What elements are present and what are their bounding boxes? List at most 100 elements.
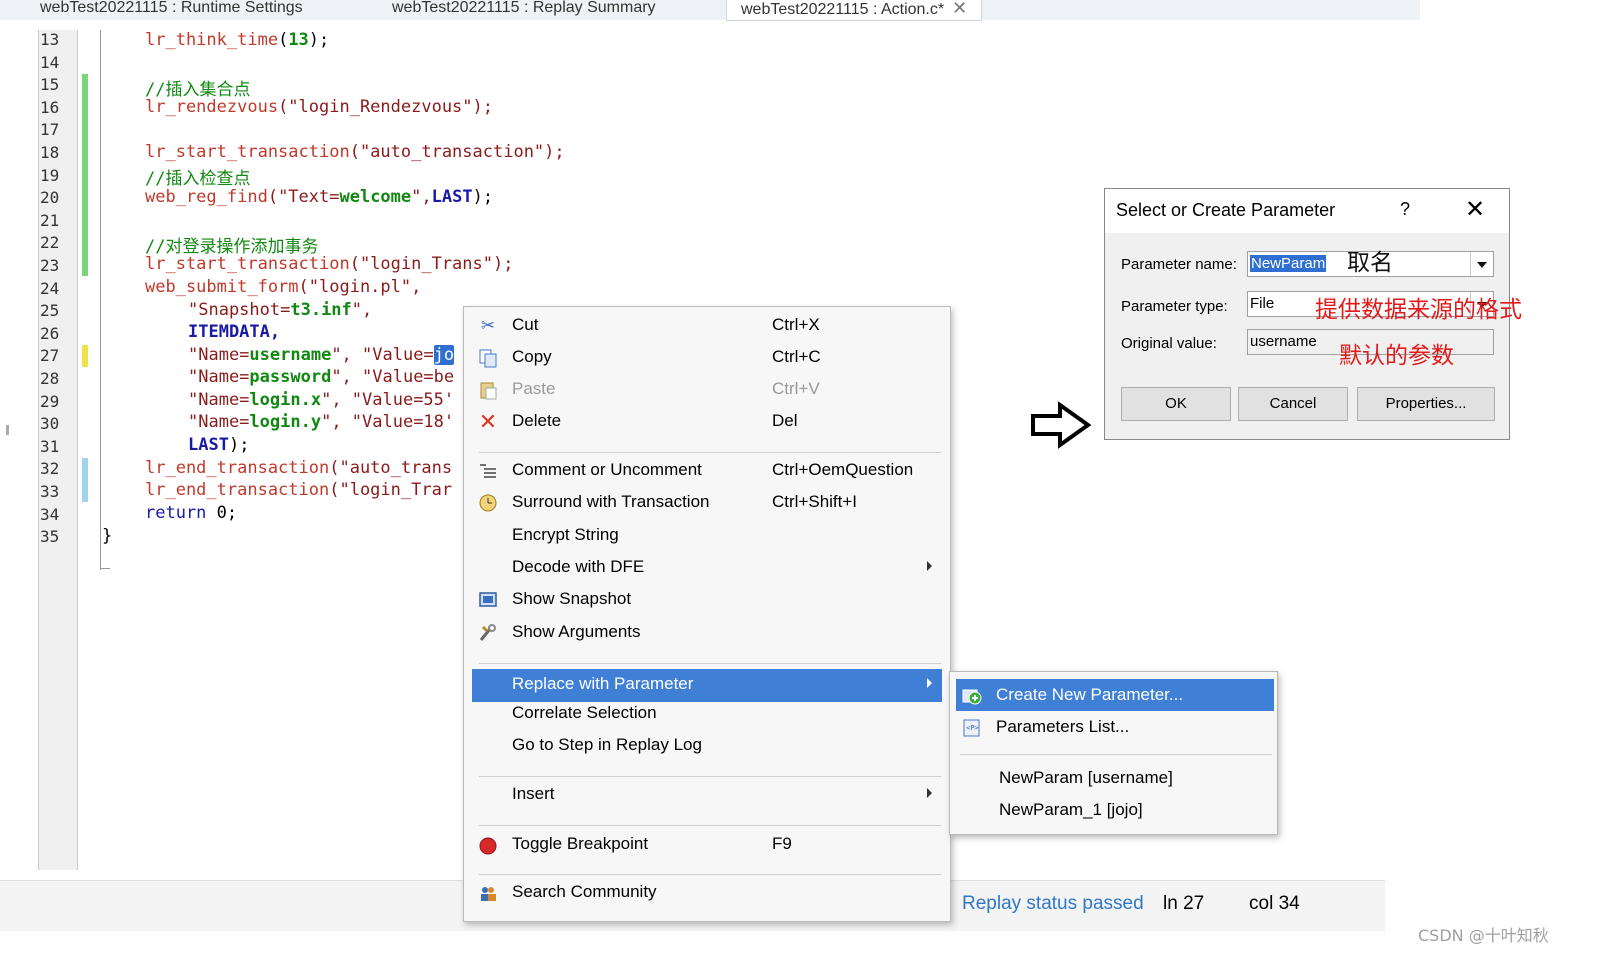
context-menu: ✂ Cut Ctrl+X Copy Ctrl+C Paste Ctrl+V ✕ …: [463, 306, 951, 922]
code-line-19: //插入检查点: [145, 169, 251, 189]
menu-item-correlate-selection[interactable]: Correlate Selection: [472, 698, 942, 728]
selected-text[interactable]: jo: [433, 345, 455, 365]
fold-line: [100, 30, 101, 570]
code-line-20: web_reg_find("Text=welcome",LAST);: [145, 187, 494, 207]
menu-item-show-snapshot[interactable]: Show Snapshot: [472, 584, 942, 614]
menu-item-go-to-step[interactable]: Go to Step in Replay Log: [472, 730, 942, 760]
line-number: 25: [40, 301, 60, 321]
document-tab-bar: webTest20221115 : Runtime Settings webTe…: [0, 0, 1420, 21]
code-line-27: "Name=username", "Value=jo: [188, 345, 455, 365]
line-number: 15: [40, 75, 60, 95]
code-line-26: ITEMDATA,: [188, 322, 281, 342]
line-number: 16: [40, 97, 60, 117]
scissors-icon: ✂: [480, 316, 496, 335]
line-number: 31: [40, 436, 60, 456]
menu-separator: [479, 874, 941, 875]
line-number: 23: [40, 256, 60, 275]
menu-item-search-community[interactable]: Search Community: [472, 877, 942, 907]
menu-item-copy[interactable]: Copy Ctrl+C: [472, 342, 942, 372]
tab-close-icon[interactable]: ✕: [952, 0, 967, 18]
change-marker: [82, 345, 88, 367]
line-number: 21: [40, 210, 60, 230]
chevron-down-icon[interactable]: [1470, 252, 1493, 276]
ok-button[interactable]: OK: [1121, 387, 1231, 421]
menu-item-decode-dfe[interactable]: Decode with DFE: [472, 552, 942, 582]
splitter-handle[interactable]: [6, 425, 9, 435]
arguments-tools-icon: [478, 623, 498, 643]
tab-runtime-settings[interactable]: webTest20221115 : Runtime Settings: [40, 0, 303, 20]
close-icon[interactable]: ✕: [1465, 195, 1485, 224]
code-line-13: lr_think_time(13);: [145, 30, 330, 50]
menu-item-toggle-breakpoint[interactable]: Toggle Breakpoint F9: [472, 829, 942, 859]
code-line-30: "Name=login.y", "Value=18': [188, 412, 455, 432]
submenu-item-newparam-username[interactable]: NewParam [username]: [956, 762, 1274, 794]
help-button[interactable]: ?: [1400, 199, 1410, 220]
submenu-item-newparam-jojo[interactable]: NewParam_1 [jojo]: [956, 794, 1274, 826]
change-marker: [82, 96, 88, 276]
line-number: 18: [40, 143, 60, 162]
menu-separator: [960, 754, 1272, 755]
dialog-title: Select or Create Parameter: [1116, 200, 1336, 220]
annotation-name: 取名: [1347, 250, 1393, 276]
create-parameter-icon: [962, 686, 982, 706]
line-number: 17: [40, 120, 60, 140]
line-number: 33: [40, 482, 60, 501]
submenu-arrow-icon: [927, 678, 932, 688]
change-marker: [82, 458, 88, 502]
code-line-29: "Name=login.x", "Value=55': [188, 390, 455, 410]
code-line-25: "Snapshot=t3.inf",: [188, 300, 373, 320]
copy-icon: [478, 348, 498, 368]
submenu-item-create-new-parameter[interactable]: Create New Parameter...: [956, 679, 1274, 711]
menu-item-surround-transaction[interactable]: Surround with Transaction Ctrl+Shift+I: [472, 487, 942, 517]
cancel-button[interactable]: Cancel: [1238, 387, 1348, 421]
line-indicator: ln 27: [1163, 893, 1205, 914]
line-number: 19: [40, 165, 60, 185]
fold-line-end: [100, 568, 110, 569]
line-number: 34: [40, 504, 60, 524]
code-line-23: lr_start_transaction("login_Trans");: [145, 254, 514, 274]
snapshot-monitor-icon: [478, 590, 498, 610]
menu-item-paste[interactable]: Paste Ctrl+V: [472, 374, 942, 404]
code-line-32: lr_end_transaction("auto_trans: [145, 458, 453, 478]
svg-text:<P>: <P>: [966, 724, 979, 732]
breakpoint-dot-icon: [478, 835, 498, 855]
menu-item-cut[interactable]: ✂ Cut Ctrl+X: [472, 310, 942, 340]
code-line-24: web_submit_form("login.pl",: [145, 277, 422, 297]
parameter-name-label: Parameter name:: [1121, 256, 1237, 273]
menu-item-encrypt-string[interactable]: Encrypt String: [472, 520, 942, 550]
tab-action-c[interactable]: webTest20221115 : Action.c* ✕: [726, 0, 983, 21]
line-number: 27: [40, 346, 60, 366]
submenu-item-parameters-list[interactable]: <P> Parameters List...: [956, 711, 1274, 743]
menu-item-comment[interactable]: Comment or Uncomment Ctrl+OemQuestion: [472, 455, 942, 485]
properties-button[interactable]: Properties...: [1357, 387, 1495, 421]
line-number: 26: [40, 323, 60, 343]
transaction-clock-icon: [478, 493, 498, 513]
code-line-34: return 0;: [145, 503, 238, 523]
menu-item-insert[interactable]: Insert: [472, 779, 942, 809]
code-line-33: lr_end_transaction("login_Trar: [145, 480, 453, 500]
watermark: CSDN @十叶知秋: [1418, 926, 1549, 945]
submenu-arrow-icon: [927, 561, 932, 571]
code-line-31: LAST);: [188, 435, 250, 455]
change-marker: [82, 74, 88, 96]
menu-separator: [479, 663, 941, 664]
line-number: 20: [40, 188, 60, 208]
annotation-type: 提供数据来源的格式: [1315, 297, 1522, 323]
original-value-label: Original value:: [1121, 335, 1217, 352]
delete-x-icon: ✕: [478, 409, 498, 434]
submenu-arrow-icon: [927, 788, 932, 798]
column-indicator: col 34: [1249, 893, 1300, 914]
line-number: 30: [40, 414, 60, 434]
menu-separator: [479, 776, 941, 777]
replay-status: Replay status passed: [962, 893, 1144, 914]
dialog-title-bar: Select or Create Parameter ? ✕: [1105, 189, 1509, 233]
tab-replay-summary[interactable]: webTest20221115 : Replay Summary: [392, 0, 656, 20]
line-number: 35: [40, 527, 60, 547]
line-number: 13: [40, 30, 60, 49]
menu-separator: [479, 825, 941, 826]
annotation-original: 默认的参数: [1339, 343, 1454, 369]
paste-icon: [478, 380, 498, 400]
menu-item-show-arguments[interactable]: Show Arguments: [472, 617, 942, 647]
menu-item-delete[interactable]: ✕ Delete Del: [472, 406, 942, 436]
line-number: 32: [40, 459, 60, 479]
